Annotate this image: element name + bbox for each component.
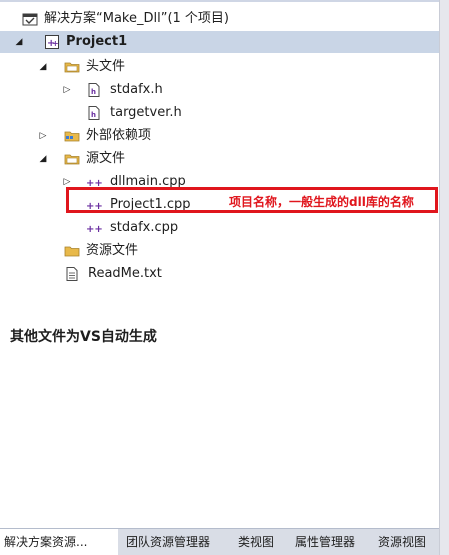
tab-team-explorer[interactable]: 团队资源管理器 [126,529,210,555]
top-border [0,0,449,2]
triangle-down-icon[interactable]: ◢ [38,148,48,170]
tab-label: 属性管理器 [295,535,356,549]
source-files-label: 源文件 [86,151,126,166]
tree-item-stdafx-cpp[interactable]: ++ stdafx.cpp [0,217,439,239]
tab-class-view[interactable]: 类视图 [238,529,274,555]
tab-label: 团队资源管理器 [126,535,211,549]
readme-label: ReadMe.txt [88,266,162,281]
tree-item-resource-files[interactable]: 资源文件 [0,240,439,262]
triangle-down-icon[interactable]: ◢ [38,56,48,78]
tab-label: 类视图 [238,535,275,549]
targetver-h-label: targetver.h [110,105,182,120]
tab-solution-explorer[interactable]: 解决方案资源... [0,529,118,555]
tree-item-solution[interactable]: 解决方案“Make_Dll”(1 个项目) [0,8,439,30]
other-files-note: 其他文件为VS自动生成 [10,329,157,345]
vertical-scrollbar[interactable] [439,0,449,555]
resource-files-label: 资源文件 [86,243,139,258]
folder-icon [64,62,80,73]
tree-item-stdafx-h[interactable]: ▷ h stdafx.h [0,79,439,101]
triangle-right-icon[interactable]: ▷ [62,79,72,101]
stdafx-h-label: stdafx.h [110,82,163,97]
header-file-icon: h [88,83,100,97]
header-file-icon: h [88,106,100,120]
svg-text:+: + [52,39,59,48]
tree-item-external-dependencies[interactable]: ▷ 外部依赖项 [0,125,439,147]
tab-label: 解决方案资源... [4,535,88,549]
tab-resource-view[interactable]: 资源视图 [378,529,426,555]
tree-item-source-files[interactable]: ◢ 源文件 [0,148,439,170]
solution-label: 解决方案“Make_Dll”(1 个项目) [44,11,229,26]
tab-bar: 解决方案资源... 团队资源管理器 类视图 属性管理器 资源视图 [0,528,439,555]
project1-annotation: 项目名称，一般生成的dll库的名称 [229,195,414,209]
folder-icon [64,154,80,165]
svg-text:++: ++ [86,224,102,235]
solution-icon [22,13,38,26]
project-label: Project1 [66,34,128,49]
triangle-down-icon[interactable]: ◢ [14,31,24,53]
tree-item-readme-txt[interactable]: ReadMe.txt [0,263,439,285]
cpp-file-icon: ++ [86,224,102,235]
tree-item-header-files[interactable]: ◢ 头文件 [0,56,439,78]
tab-property-manager[interactable]: 属性管理器 [295,529,355,555]
svg-text:h: h [91,88,96,96]
tree-item-project[interactable]: ◢ + + Project1 [0,31,439,53]
svg-text:h: h [91,111,96,119]
header-files-label: 头文件 [86,59,126,74]
text-file-icon [66,267,78,281]
tree-item-targetver-h[interactable]: h targetver.h [0,102,439,124]
cpp-project-icon: + + [45,35,59,49]
external-dependencies-icon [64,131,80,142]
tab-label: 资源视图 [378,535,427,549]
folder-icon [64,246,80,257]
external-dependencies-label: 外部依赖项 [86,128,152,143]
stdafx-cpp-label: stdafx.cpp [110,220,179,235]
triangle-right-icon[interactable]: ▷ [38,125,48,147]
